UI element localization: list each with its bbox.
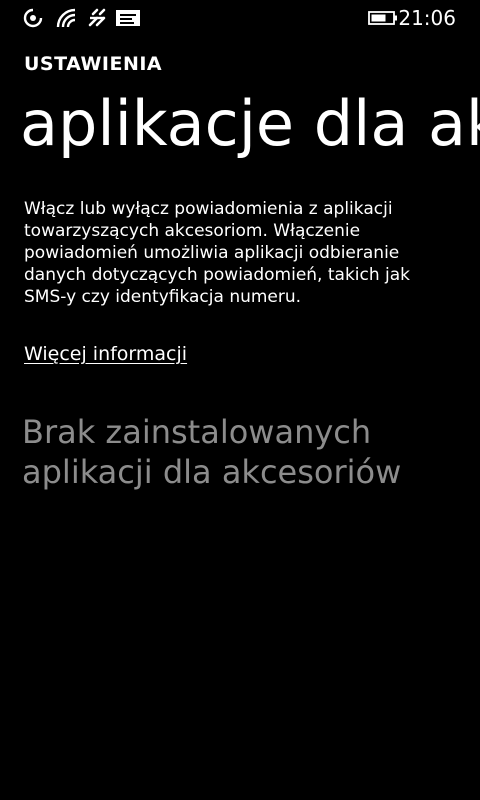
clock: 21:06 xyxy=(398,6,456,30)
network-bars-icon xyxy=(86,7,108,29)
data-sense-icon xyxy=(22,7,44,29)
app-title: USTAWIENIA xyxy=(24,53,163,75)
status-bar: 21:06 xyxy=(0,0,480,36)
empty-state-message: Brak zainstalowanych aplikacji dla akces… xyxy=(22,413,402,491)
more-info-link[interactable]: Więcej informacji xyxy=(24,341,187,367)
wifi-signal-icon xyxy=(55,7,77,29)
page-title: aplikacje dla akcesoriów xyxy=(20,87,480,160)
description-text: Włącz lub wyłącz powiadomienia z aplikac… xyxy=(24,199,411,307)
battery-icon xyxy=(368,11,398,25)
notification-message-icon xyxy=(115,7,141,29)
